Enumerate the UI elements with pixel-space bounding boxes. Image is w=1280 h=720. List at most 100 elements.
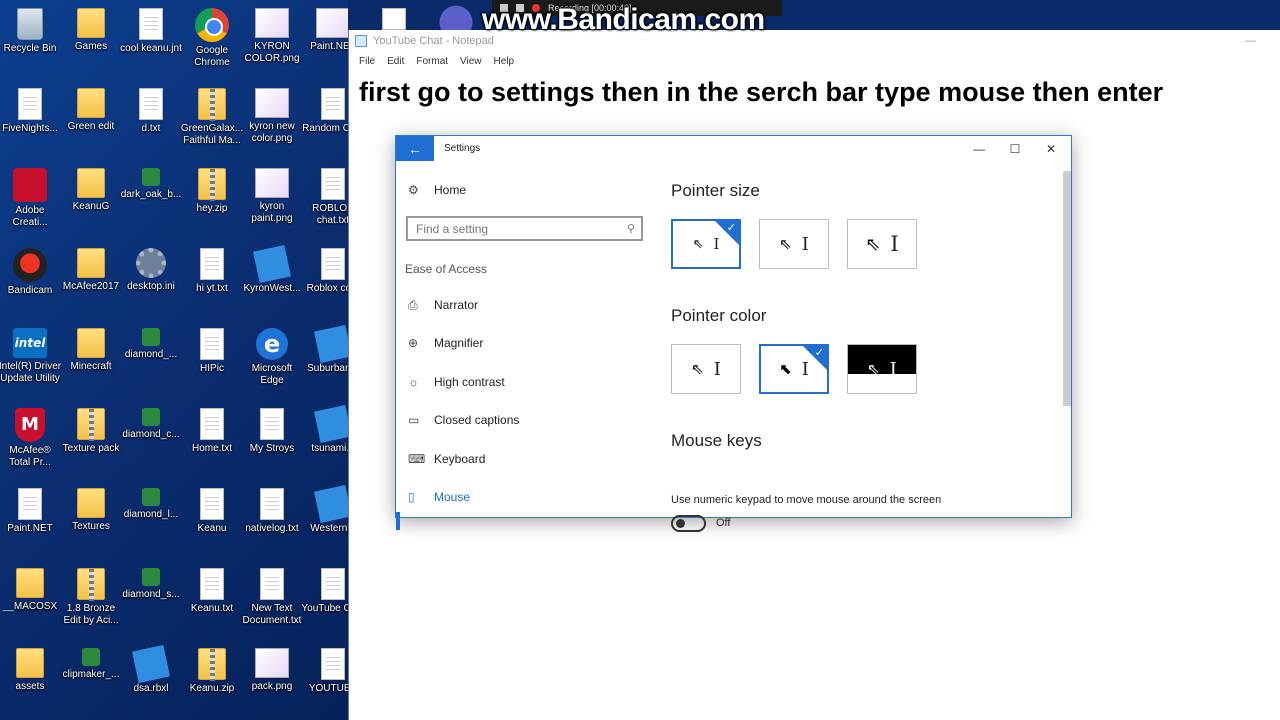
desktop-icon[interactable]: clipmaker_... <box>61 644 121 720</box>
desktop-icon-label: Google Chrome <box>194 45 230 68</box>
pointer-color-heading: Pointer color <box>671 306 767 325</box>
arrow-cursor-icon: ⇖ <box>692 236 704 251</box>
desktop-icon[interactable]: Random Chat <box>302 84 348 164</box>
desktop-icon[interactable]: nativelog.txt <box>242 484 302 564</box>
desktop-icon[interactable]: hi yt.txt <box>182 244 242 324</box>
desktop-icon[interactable]: My Stroys <box>242 404 302 484</box>
desktop-icon[interactable]: pack.png <box>242 644 302 720</box>
desktop-icon[interactable]: M McAfee® Total Pr... <box>0 404 60 484</box>
desktop-icon[interactable]: KyronWest... <box>242 244 302 324</box>
mouse-keys-toggle[interactable] <box>671 515 706 532</box>
desktop-icon[interactable]: diamond_c... <box>121 404 181 484</box>
desktop-icon[interactable]: Keanu.txt <box>182 564 242 644</box>
menu-file[interactable]: File <box>353 56 381 67</box>
high-contrast-icon: ☼ <box>408 375 419 389</box>
nav-home-label: Home <box>434 183 467 197</box>
sidebar-item-high-contrast[interactable]: ☼ High contrast <box>408 370 505 394</box>
desktop-icon[interactable]: kyron paint.png <box>242 164 302 244</box>
desktop-icon[interactable]: assets <box>0 644 60 720</box>
menu-view[interactable]: View <box>454 56 488 67</box>
desktop-icon[interactable]: e Microsoft Edge <box>242 324 302 404</box>
sidebar-item-mouse[interactable]: ▯ Mouse <box>408 485 470 509</box>
desktop-icon[interactable]: Suburban... <box>303 324 348 404</box>
desktop-icon[interactable]: ROBLOX chat.txt <box>303 164 348 244</box>
back-button[interactable]: ← <box>396 136 434 161</box>
document-icon <box>321 568 345 600</box>
sidebar-item-label: High contrast <box>434 375 505 389</box>
desktop-icon[interactable]: GreenGalax... Faithful Ma... <box>181 84 243 164</box>
desktop-icon[interactable]: McAfee2017 <box>61 244 121 324</box>
desktop-icon[interactable]: Adobe Creati... <box>0 164 60 244</box>
desktop-icon[interactable]: Recycle Bin <box>0 4 60 84</box>
notepad-minimize-button[interactable]: — <box>1245 35 1256 47</box>
desktop-icon-label: YOUTUBE <box>308 683 348 694</box>
desktop-icon[interactable]: diamond_s... <box>121 564 181 644</box>
sidebar-item-magnifier[interactable]: ⊕ Magnifier <box>408 331 483 355</box>
desktop-icon[interactable]: YouTube Chat <box>301 564 348 644</box>
pointer-size-small[interactable]: ⇖ I ✓ <box>671 219 741 269</box>
desktop-icon[interactable]: New Text Document.txt <box>242 564 302 644</box>
desktop-icon-label: My Stroys <box>249 443 295 454</box>
pointer-color-inverted[interactable]: ⇖ I <box>847 344 917 394</box>
pointer-color-black[interactable]: ⬉ I ✓ <box>759 344 829 394</box>
settings-file-icon <box>136 248 166 278</box>
desktop-icon[interactable]: __MACOSX <box>0 564 60 644</box>
desktop-icon[interactable]: Bandicam <box>0 244 60 324</box>
sidebar-item-closed-captions[interactable]: ▭ Closed captions <box>408 408 519 432</box>
desktop-icon[interactable]: YOUTUBE <box>303 644 348 720</box>
desktop-icon[interactable]: Texture pack <box>61 404 121 484</box>
desktop-icon[interactable]: dsa.rbxl <box>121 644 181 720</box>
desktop-icon[interactable]: FiveNights... <box>0 84 60 164</box>
menu-help[interactable]: Help <box>488 56 521 67</box>
avatar <box>436 4 476 30</box>
desktop-icon[interactable]: diamond_... <box>121 324 181 404</box>
maximize-button[interactable]: ☐ <box>997 136 1033 161</box>
desktop-icon[interactable]: diamond_l... <box>121 484 181 564</box>
adobe-icon <box>13 168 47 202</box>
search-input[interactable]: Find a setting ⚲ <box>406 216 643 241</box>
pointer-size-large[interactable]: ⇖ I <box>847 219 917 269</box>
desktop-icon-label: Adobe Creati... <box>12 205 48 228</box>
menu-edit[interactable]: Edit <box>381 56 410 67</box>
desktop-icon[interactable]: dark_oak_b... <box>121 164 181 244</box>
scrollbar[interactable] <box>1063 171 1071 406</box>
desktop-icon[interactable]: Roblox co... <box>303 244 348 324</box>
desktop-icon[interactable]: Green edit <box>61 84 121 164</box>
desktop-icon[interactable]: 1.8 Bronze Edit by Aci... <box>61 564 121 644</box>
desktop-icon[interactable]: kyron new color.png <box>242 84 302 164</box>
desktop-icon[interactable]: d.txt <box>121 84 181 164</box>
desktop-icon[interactable]: Google Chrome <box>182 4 242 84</box>
chrome-icon <box>195 8 229 42</box>
desktop-icon[interactable]: desktop.ini <box>121 244 181 324</box>
desktop-icon[interactable]: Keanu <box>182 484 242 564</box>
pointer-color-white[interactable]: ⇖ I <box>671 344 741 394</box>
desktop-icon[interactable]: cool keanu.jnt <box>120 4 182 84</box>
desktop-icon[interactable]: HIPic <box>182 324 242 404</box>
desktop-icon[interactable]: Keanu.zip <box>182 644 242 720</box>
pointer-size-medium[interactable]: ⇖ I <box>759 219 829 269</box>
desktop-icon[interactable]: tsunami... <box>303 404 348 484</box>
text-file-icon <box>200 248 224 280</box>
desktop-icon[interactable]: Western... <box>303 484 348 564</box>
sidebar-item-narrator[interactable]: ⎙ Narrator <box>408 293 478 317</box>
desktop-icon[interactable]: intel Intel(R) Driver Update Utility <box>0 324 61 404</box>
desktop-icon[interactable]: Games <box>61 4 121 84</box>
close-button[interactable]: ✕ <box>1033 136 1069 161</box>
desktop-icon[interactable]: Textures <box>61 484 121 564</box>
nav-home[interactable]: ⚙ Home <box>408 178 466 202</box>
notepad-icon <box>355 35 367 47</box>
menu-format[interactable]: Format <box>410 56 454 67</box>
desktop-icon[interactable]: KYRON COLOR.png <box>242 4 302 84</box>
closed-captions-icon: ▭ <box>408 413 420 427</box>
desktop-icon[interactable]: Paint.NET <box>0 484 60 564</box>
sidebar-item-keyboard[interactable]: ⌨ Keyboard <box>408 447 485 471</box>
desktop-icon[interactable]: Home.txt <box>182 404 242 484</box>
text-file-icon <box>260 488 284 520</box>
desktop-icon[interactable]: KeanuG <box>61 164 121 244</box>
desktop-icon[interactable]: hey.zip <box>182 164 242 244</box>
desktop-icon[interactable]: Minecraft <box>61 324 121 404</box>
minimize-button[interactable]: — <box>961 136 997 161</box>
desktop-icon[interactable]: Paint.NET <box>303 4 348 84</box>
desktop-icon-label: YouTube Chat <box>301 603 348 614</box>
image-icon <box>255 8 289 38</box>
